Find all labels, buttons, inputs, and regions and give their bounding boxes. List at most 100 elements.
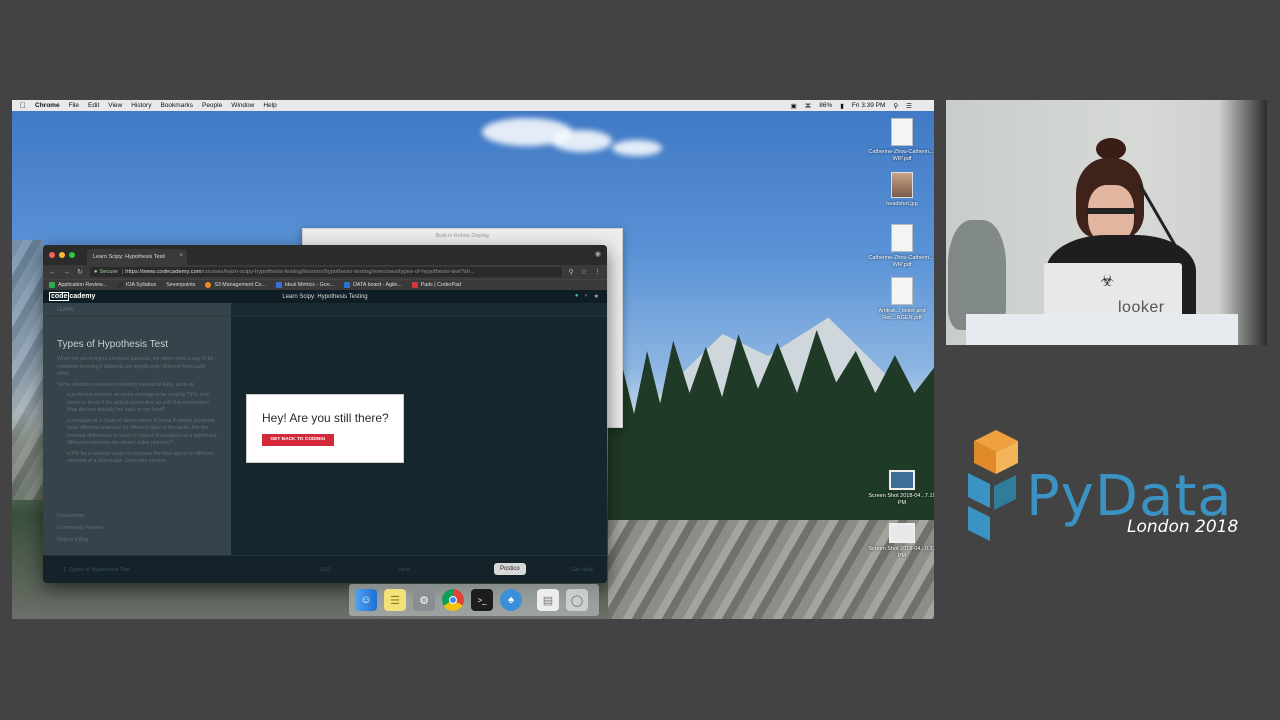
chrome-tab-bar: Learn Scipy: Hypothesis Testi × ◉ (43, 245, 607, 265)
pydata-logo: PyData London 2018 (966, 428, 1246, 548)
minimize-window-button[interactable] (59, 252, 65, 258)
forward-arrow-icon[interactable]: → (63, 269, 70, 276)
user-avatar-icon[interactable]: ★ (594, 293, 599, 300)
close-icon[interactable]: × (179, 253, 183, 259)
desktop-file-icon[interactable]: Amtrak... ticket and Rec...RGEN.pdf (867, 277, 934, 322)
search-icon[interactable]: ⚲ (569, 268, 574, 276)
progress-counter: 1/10 (320, 567, 331, 573)
menu-bookmarks[interactable]: Bookmarks (160, 102, 193, 109)
bookmark-favicon-icon (49, 282, 55, 288)
bookmark-label: Pads | CoderPad (420, 282, 461, 288)
menu-app-name[interactable]: Chrome (35, 102, 60, 109)
system-preferences-icon[interactable]: ⚙ (413, 589, 435, 611)
bookmark-item[interactable]: Ideal Metrics - Goo... (275, 282, 334, 288)
menu-file[interactable]: File (69, 102, 79, 109)
mac-menubar:  Chrome File Edit View History Bookmark… (12, 100, 934, 111)
address-bar[interactable]: ● Secure | https://www.codecademy.com /c… (89, 267, 562, 277)
files-icon[interactable]: ▤ (537, 589, 559, 611)
bookmark-item[interactable]: DATA board - Agile... (344, 282, 402, 288)
battery-percent[interactable]: 86% (819, 102, 832, 109)
pydata-cube-icon (968, 430, 1018, 541)
bookmark-item[interactable]: Pads | CoderPad (411, 282, 461, 288)
profile-icon[interactable]: ◉ (595, 250, 601, 258)
wifi-icon[interactable]: ⌘ (805, 102, 812, 110)
desktop-file-label: Amtrak... ticket and Rec...RGEN.pdf (878, 308, 926, 321)
desktop-file-icon[interactable]: Catherine-Zhou-Catherin...-WIP.pdf (867, 118, 934, 163)
desktop-file-icon[interactable]: Screen Shot 2018-04...7.19 PM (867, 470, 934, 507)
notification-center-icon[interactable]: ☰ (906, 102, 912, 110)
modal-heading: Hey! Are you still there? (262, 411, 389, 425)
lesson-crumb[interactable]: LEARN (43, 303, 231, 317)
menu-help[interactable]: Help (263, 102, 276, 109)
spotlight-icon[interactable]: ⚲ (893, 102, 898, 110)
bookmark-label: S3 Management Co... (214, 282, 266, 288)
screenshot-file-icon (889, 523, 915, 543)
next-button[interactable]: Next (399, 567, 410, 573)
notes-icon[interactable]: ☰ (384, 589, 406, 611)
reload-icon[interactable]: ↻ (77, 268, 83, 276)
desktop-file-icon[interactable]: headshot.jpg (867, 172, 934, 208)
menu-view[interactable]: View (108, 102, 122, 109)
bookmark-favicon-icon (116, 282, 123, 288)
bookmark-item[interactable]: S3 Management Co... (205, 282, 266, 288)
bookmark-favicon-icon (275, 282, 282, 288)
url-host: https://www.codecademy.com (125, 269, 202, 275)
octocat-sticker-icon: ☣ (1100, 273, 1115, 290)
lesson-panel: LEARN Types of Hypothesis Test When we a… (43, 303, 231, 555)
menubar-status-area: ▣ ⌘ 86% ▮ Fri 3:39 PM ⚲ ☰ (783, 100, 912, 111)
report-bug-link[interactable]: Report a Bug (57, 537, 103, 543)
apple-icon[interactable]:  (20, 101, 26, 110)
desktop-file-label: Catherine-Zhou-Catherin...-WIP.pdf (868, 255, 934, 268)
menubar-clock[interactable]: Fri 3:39 PM (852, 102, 886, 109)
get-help-button[interactable]: Get Help (571, 567, 593, 573)
close-window-button[interactable] (49, 252, 55, 258)
pdf-document-icon (891, 224, 913, 252)
menu-people[interactable]: People (202, 102, 222, 109)
trash-icon[interactable]: ◯ (566, 589, 588, 611)
terminal-icon[interactable]: >_ (471, 589, 493, 611)
screen-mirror-icon[interactable]: ▣ (791, 102, 797, 110)
bookmark-label: DATA board - Agile... (353, 282, 402, 288)
bookmark-label: Sevenpoints (166, 282, 196, 288)
bookmark-item[interactable]: Application Review... (49, 282, 107, 288)
battery-icon[interactable]: ▮ (840, 102, 844, 110)
postico-icon[interactable]: ♠ (500, 589, 522, 611)
bookmark-label: IOA Syllabus (125, 282, 157, 288)
bookmark-favicon-icon (411, 282, 418, 288)
browser-tab[interactable]: Learn Scipy: Hypothesis Testi × (87, 249, 187, 265)
lesson-bullet: a professor expects an exam average to b… (67, 392, 211, 414)
lock-icon: ● (93, 269, 98, 275)
finder-icon[interactable]: ☺ (355, 589, 377, 611)
desktop-file-label: Screen Shot 2018-04...0.33 PM (868, 546, 934, 559)
pdf-document-icon (891, 118, 913, 146)
menu-history[interactable]: History (131, 102, 151, 109)
zoom-window-button[interactable] (69, 252, 75, 258)
exercise-selector[interactable]: 1. Types of Hypothesis Test (63, 567, 130, 573)
editor-tab-strip (231, 303, 607, 317)
desktop-file-icon[interactable]: Catherine-Zhou-Catherin...-WIP.pdf (867, 224, 934, 269)
speaker-glasses (1086, 208, 1136, 214)
menu-dots-icon[interactable]: ⋮ (594, 268, 601, 276)
get-back-to-coding-button[interactable]: GET BACK TO CODING! (262, 434, 334, 446)
bookmark-label: Application Review... (58, 282, 107, 288)
menu-window[interactable]: Window (231, 102, 254, 109)
image-file-icon (891, 172, 913, 198)
address-divider: | (121, 269, 124, 275)
community-forums-link[interactable]: Community Forums (57, 525, 103, 531)
speaker-hair-bun (1096, 138, 1126, 160)
secure-label: Secure (99, 269, 118, 275)
podium (966, 314, 1238, 345)
tab-title: Learn Scipy: Hypothesis Testi (93, 254, 166, 260)
lesson-bullet: a PM for a website wants to compare the … (67, 450, 214, 465)
presenter-laptop: ☣ looker (1044, 263, 1182, 321)
notification-bell-icon[interactable]: ♦ (585, 293, 588, 300)
star-icon[interactable]: ☆ (581, 268, 587, 276)
inactivity-modal: Hey! Are you still there? GET BACK TO CO… (246, 394, 404, 463)
instructions-link[interactable]: Instructions (57, 513, 103, 519)
desktop-file-icon[interactable]: Screen Shot 2018-04...0.33 PM (867, 523, 934, 560)
bookmark-item[interactable]: IOA Syllabus (116, 282, 157, 288)
bookmark-item[interactable]: Sevenpoints (166, 282, 195, 288)
back-arrow-icon[interactable]: ← (49, 269, 56, 276)
menu-edit[interactable]: Edit (88, 102, 99, 109)
chrome-icon[interactable] (442, 589, 464, 611)
